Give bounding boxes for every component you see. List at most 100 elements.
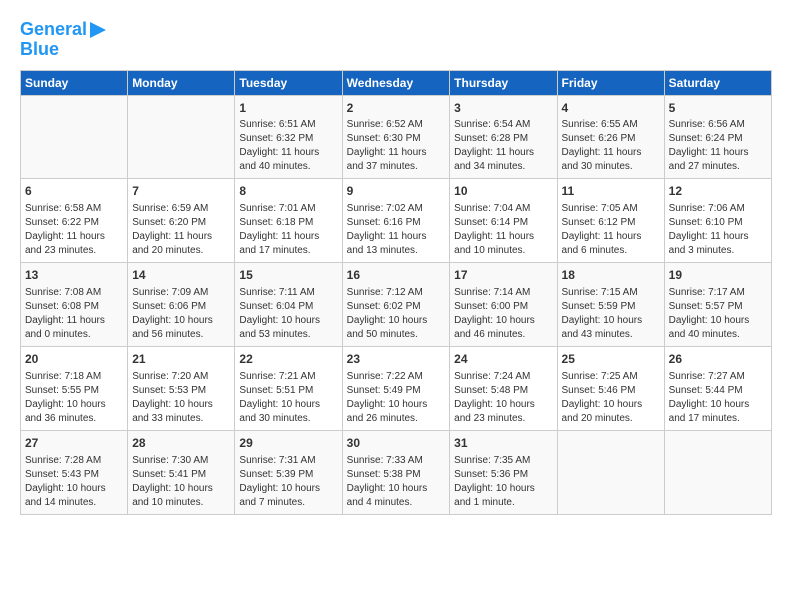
day-number: 21 <box>132 351 230 368</box>
calendar-cell: 29Sunrise: 7:31 AMSunset: 5:39 PMDayligh… <box>235 430 342 514</box>
day-info: Sunset: 6:20 PM <box>132 216 230 230</box>
day-info: Sunset: 6:16 PM <box>347 216 446 230</box>
day-number: 16 <box>347 267 446 284</box>
day-info: Daylight: 11 hours and 34 minutes. <box>454 146 552 174</box>
calendar-cell: 24Sunrise: 7:24 AMSunset: 5:48 PMDayligh… <box>450 346 557 430</box>
day-info: Sunset: 5:55 PM <box>25 384 123 398</box>
day-number: 31 <box>454 435 552 452</box>
day-number: 22 <box>239 351 337 368</box>
day-info: Sunset: 5:36 PM <box>454 468 552 482</box>
day-info: Sunset: 5:38 PM <box>347 468 446 482</box>
calendar-cell: 14Sunrise: 7:09 AMSunset: 6:06 PMDayligh… <box>128 263 235 347</box>
day-info: Daylight: 10 hours and 46 minutes. <box>454 314 552 342</box>
day-info: Sunset: 5:49 PM <box>347 384 446 398</box>
day-number: 1 <box>239 100 337 117</box>
day-info: Daylight: 11 hours and 13 minutes. <box>347 230 446 258</box>
day-info: Daylight: 10 hours and 4 minutes. <box>347 482 446 510</box>
day-info: Sunset: 6:24 PM <box>669 132 767 146</box>
calendar-cell: 10Sunrise: 7:04 AMSunset: 6:14 PMDayligh… <box>450 179 557 263</box>
calendar-cell: 31 Sunrise: 7:35 AMSunset: 5:36 PMDayligh… <box>450 430 557 514</box>
day-info: Sunset: 6:28 PM <box>454 132 552 146</box>
day-info: Sunrise: 7:17 AM <box>669 286 767 300</box>
day-info: Sunset: 5:59 PM <box>562 300 660 314</box>
weekday-header-saturday: Saturday <box>664 70 771 95</box>
day-info: Daylight: 11 hours and 30 minutes. <box>562 146 660 174</box>
day-number: 15 <box>239 267 337 284</box>
day-number: 18 <box>562 267 660 284</box>
calendar-cell: 28Sunrise: 7:30 AMSunset: 5:41 PMDayligh… <box>128 430 235 514</box>
day-info: Sunrise: 6:58 AM <box>25 202 123 216</box>
calendar-cell: 30Sunrise: 7:33 AMSunset: 5:38 PMDayligh… <box>342 430 450 514</box>
day-info: Sunrise: 7:30 AM <box>132 454 230 468</box>
calendar-cell: 2Sunrise: 6:52 AMSunset: 6:30 PMDaylight… <box>342 95 450 179</box>
logo: General Blue <box>20 20 106 60</box>
day-info: Daylight: 10 hours and 30 minutes. <box>239 398 337 426</box>
day-info: Sunset: 6:10 PM <box>669 216 767 230</box>
day-info: Sunset: 6:32 PM <box>239 132 337 146</box>
day-number: 14 <box>132 267 230 284</box>
day-info: Sunrise: 7:27 AM <box>669 370 767 384</box>
day-info: Sunrise: 7:05 AM <box>562 202 660 216</box>
day-number: 13 <box>25 267 123 284</box>
day-info: Sunset: 6:00 PM <box>454 300 552 314</box>
day-info: Sunset: 6:14 PM <box>454 216 552 230</box>
day-info: Daylight: 11 hours and 3 minutes. <box>669 230 767 258</box>
day-number: 11 <box>562 183 660 200</box>
day-info: Daylight: 10 hours and 14 minutes. <box>25 482 123 510</box>
day-info: Sunrise: 7:24 AM <box>454 370 552 384</box>
day-info: Sunset: 6:12 PM <box>562 216 660 230</box>
day-number: 10 <box>454 183 552 200</box>
day-info: Sunrise: 6:52 AM <box>347 118 446 132</box>
day-info: Daylight: 10 hours and 50 minutes. <box>347 314 446 342</box>
day-info: Sunrise: 7:28 AM <box>25 454 123 468</box>
day-info: Sunrise: 7:01 AM <box>239 202 337 216</box>
calendar-cell <box>21 95 128 179</box>
day-info: Daylight: 11 hours and 27 minutes. <box>669 146 767 174</box>
day-number: 20 <box>25 351 123 368</box>
day-info: Daylight: 10 hours and 17 minutes. <box>669 398 767 426</box>
day-info: Sunrise: 6:54 AM <box>454 118 552 132</box>
day-info: Sunrise: 7:22 AM <box>347 370 446 384</box>
day-info: Sunrise: 7:18 AM <box>25 370 123 384</box>
day-info: Sunrise: 7:21 AM <box>239 370 337 384</box>
day-info: Sunset: 6:26 PM <box>562 132 660 146</box>
calendar-cell: 8Sunrise: 7:01 AMSunset: 6:18 PMDaylight… <box>235 179 342 263</box>
page-header: General Blue <box>20 20 772 60</box>
day-number: 30 <box>347 435 446 452</box>
day-number: 4 <box>562 100 660 117</box>
day-info: Sunset: 5:39 PM <box>239 468 337 482</box>
day-info: Sunrise: 7:12 AM <box>347 286 446 300</box>
calendar-cell: 4Sunrise: 6:55 AMSunset: 6:26 PMDaylight… <box>557 95 664 179</box>
day-info: Daylight: 10 hours and 20 minutes. <box>562 398 660 426</box>
day-info: Sunset: 6:02 PM <box>347 300 446 314</box>
day-info: Sunrise: 7:20 AM <box>132 370 230 384</box>
day-info: Sunset: 5:53 PM <box>132 384 230 398</box>
calendar-cell: 11 Sunrise: 7:05 AMSunset: 6:12 PMDayligh… <box>557 179 664 263</box>
day-info: Sunset: 5:44 PM <box>669 384 767 398</box>
day-info: Daylight: 11 hours and 37 minutes. <box>347 146 446 174</box>
day-number: 23 <box>347 351 446 368</box>
day-info: Sunrise: 7:11 AM <box>239 286 337 300</box>
day-info: Daylight: 10 hours and 1 minute. <box>454 482 552 510</box>
day-info: Daylight: 11 hours and 6 minutes. <box>562 230 660 258</box>
day-number: 17 <box>454 267 552 284</box>
weekday-header-wednesday: Wednesday <box>342 70 450 95</box>
calendar-table: SundayMondayTuesdayWednesdayThursdayFrid… <box>20 70 772 515</box>
day-number: 24 <box>454 351 552 368</box>
day-info: Sunset: 6:08 PM <box>25 300 123 314</box>
day-info: Sunrise: 7:31 AM <box>239 454 337 468</box>
day-info: Sunset: 5:41 PM <box>132 468 230 482</box>
day-info: Sunrise: 7:35 AM <box>454 454 552 468</box>
day-info: Daylight: 11 hours and 20 minutes. <box>132 230 230 258</box>
logo-text: General <box>20 20 87 40</box>
calendar-cell: 7Sunrise: 6:59 AMSunset: 6:20 PMDaylight… <box>128 179 235 263</box>
day-info: Daylight: 10 hours and 56 minutes. <box>132 314 230 342</box>
day-info: Sunset: 6:04 PM <box>239 300 337 314</box>
day-info: Sunset: 5:43 PM <box>25 468 123 482</box>
weekday-header-thursday: Thursday <box>450 70 557 95</box>
calendar-cell <box>128 95 235 179</box>
calendar-cell: 25Sunrise: 7:25 AMSunset: 5:46 PMDayligh… <box>557 346 664 430</box>
weekday-header-monday: Monday <box>128 70 235 95</box>
day-number: 9 <box>347 183 446 200</box>
day-number: 28 <box>132 435 230 452</box>
